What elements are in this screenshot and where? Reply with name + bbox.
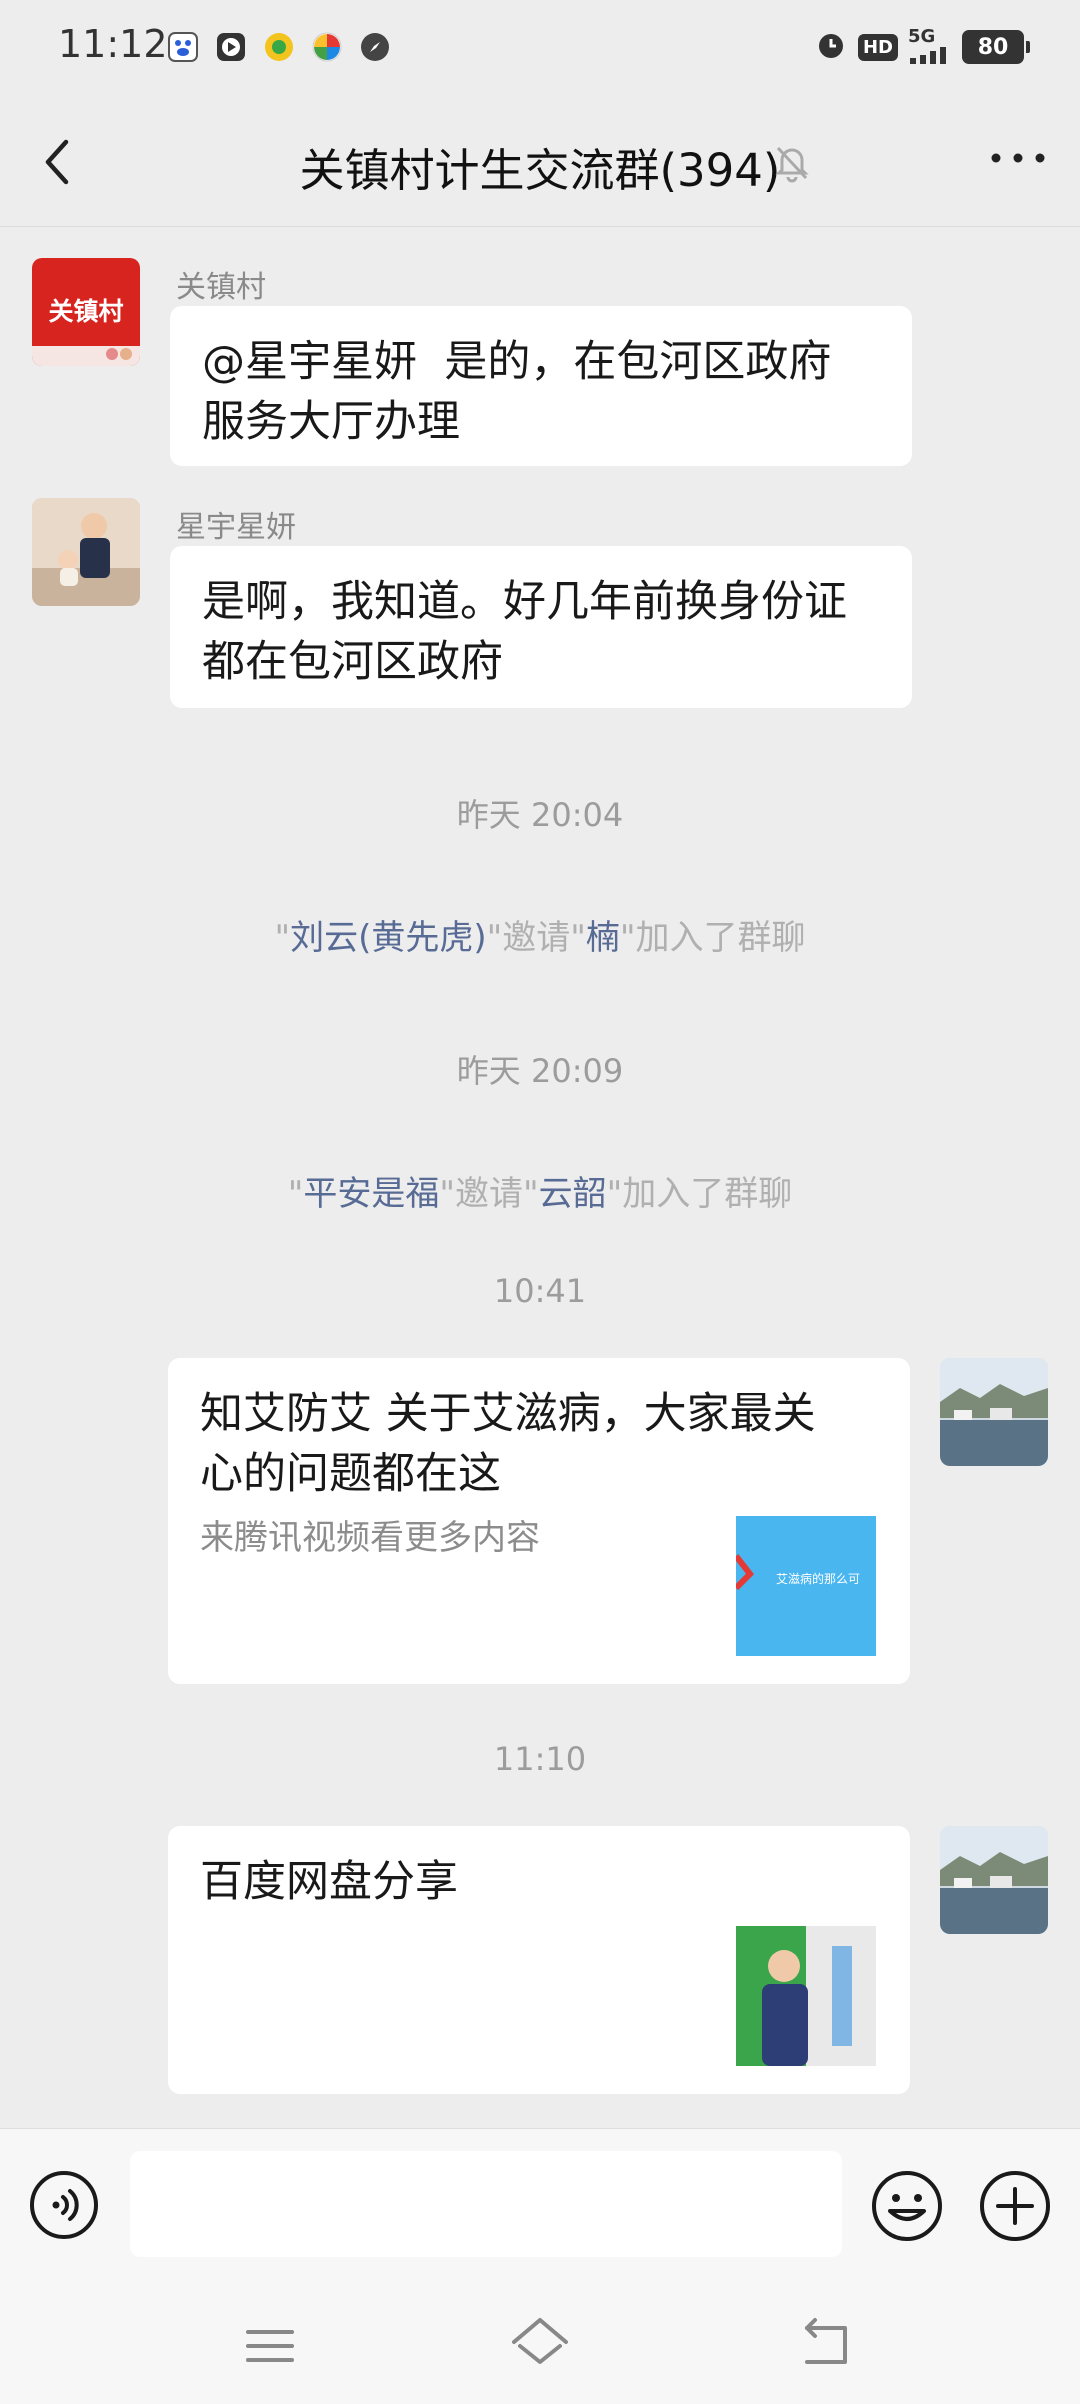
card-title-line: 知艾防艾 关于艾滋病，大家最关 [200,1389,816,1439]
video-app-icon [214,30,248,64]
emoji-icon [872,2171,942,2241]
system-nav-bar [0,2282,1080,2404]
chat-input-bar [0,2128,1080,2283]
nav-home-button[interactable] [508,2312,572,2376]
card-title-line: 心的问题都在这 [200,1449,501,1499]
muted-bell-icon [770,140,814,184]
timestamp: 11:10 [493,1740,587,1778]
invitee-name[interactable]: 楠 [586,918,620,958]
link-card-baidu-netdisk[interactable]: 百度网盘分享 [168,1826,910,2094]
lottery-app-icon [262,30,296,64]
status-time: 11:12 [58,22,168,66]
plus-icon [980,2171,1050,2241]
thumbnail-caption: 艾滋病的那么可 [776,1572,861,1586]
chat-header: 关镇村计生交流群(394) [0,96,1080,227]
baidu-app-icon [166,30,200,64]
alarm-icon [814,28,848,66]
system-message: "刘云(黄先虎)"邀请"楠"加入了群聊 [0,910,1080,959]
avatar-label: 关镇村 [48,297,124,326]
message-text-line: @星宇星妍 是的，在包河区政府 [202,337,832,387]
video-thumbnail-graphic [736,1926,876,2066]
avatar-xingyuxingyan[interactable] [32,498,140,606]
voice-input-button[interactable] [28,2169,100,2241]
voice-icon [30,2171,98,2239]
system-status-icons: HD 5G 80 [814,26,1030,66]
quote: " [274,918,291,958]
system-text: "邀请" [439,1174,539,1214]
system-text: "加入了群聊 [619,918,806,958]
nav-back-button[interactable] [795,2314,855,2374]
avatar-decoration [32,346,140,366]
sender-name: 星宇星妍 [176,510,296,545]
status-bar: 11:12 HD 5G 80 [0,0,1080,96]
message-bubble[interactable]: 是啊，我知道。好几年前换身份证 都在包河区政府 [170,546,912,708]
sender-name: 关镇村 [176,270,266,305]
emoji-button[interactable] [870,2169,944,2243]
message-text-line: 服务大厅办理 [202,397,460,447]
system-message: "平安是福"邀请"云韶"加入了群聊 [0,1166,1080,1215]
more-functions-button[interactable] [978,2169,1052,2243]
chat-title: 关镇村计生交流群(394) [299,144,781,197]
message-text-line: 是啊，我知道。好几年前换身份证 [202,577,847,627]
invitee-name[interactable]: 云韶 [539,1174,607,1214]
network-type: 5G [908,26,936,47]
card-title: 知艾防艾 关于艾滋病，大家最关 心的问题都在这 [200,1384,878,1504]
notification-icons [166,30,392,64]
avatar-photo [32,498,140,606]
message-input[interactable] [130,2151,842,2257]
more-dots-icon [991,153,1045,163]
inviter-name[interactable]: 刘云(黄先虎) [290,918,487,958]
quote: " [287,1174,304,1214]
battery-icon: 80 [962,30,1030,64]
signal-icon: 5G [908,26,952,65]
inviter-name[interactable]: 平安是福 [303,1174,439,1214]
landscape-avatar-photo [940,1358,1048,1466]
avatar-guanzhencun[interactable]: 关镇村 [32,258,140,366]
home-icon [512,2318,568,2364]
avatar-self[interactable] [940,1358,1048,1466]
landscape-avatar-photo [940,1826,1048,1934]
timestamp: 昨天 20:09 [456,1052,624,1090]
avatar-self[interactable] [940,1826,1048,1934]
timestamp: 昨天 20:04 [456,796,624,834]
timestamp: 10:41 [493,1272,587,1310]
menu-icon [246,2330,294,2362]
card-thumbnail [736,1926,876,2066]
link-card-tencent-video[interactable]: 知艾防艾 关于艾滋病，大家最关 心的问题都在这 来腾讯视频看更多内容 艾滋病的那… [168,1358,910,1684]
system-text: "加入了群聊 [606,1174,793,1214]
card-thumbnail: 艾滋病的那么可 [736,1516,876,1656]
system-text: "邀请" [486,918,586,958]
card-title: 百度网盘分享 [200,1857,458,1907]
compass-app-icon [358,30,392,64]
message-bubble[interactable]: @星宇星妍 是的，在包河区政府 服务大厅办理 [170,306,912,466]
hd-icon: HD [857,33,898,61]
back-arrow-icon [805,2318,847,2364]
more-options-button[interactable] [986,136,1050,180]
card-source: 来腾讯视频看更多内容 [200,1518,540,1558]
pinwheel-app-icon [310,30,344,64]
message-text-line: 都在包河区政府 [202,637,503,687]
nav-menu-button[interactable] [240,2316,300,2376]
